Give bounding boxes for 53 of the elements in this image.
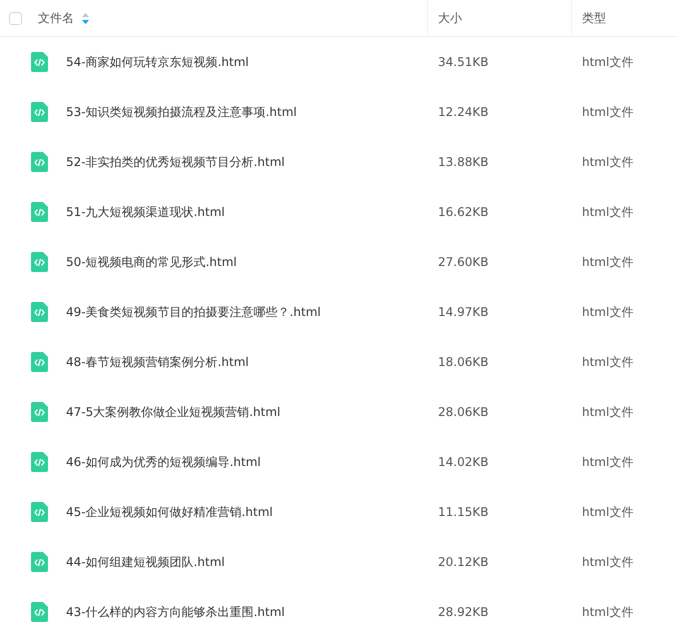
- html-file-icon: [31, 52, 48, 72]
- select-all-checkbox[interactable]: [9, 12, 22, 24]
- html-file-icon: [31, 402, 48, 422]
- html-file-icon: [31, 252, 48, 272]
- file-name[interactable]: 53-知识类短视频拍摄流程及注意事项.html: [66, 104, 297, 120]
- file-type: html文件: [582, 504, 634, 520]
- file-name[interactable]: 52-非实拍类的优秀短视频节目分析.html: [66, 154, 285, 170]
- html-file-icon: [31, 602, 48, 622]
- column-header[interactable]: 类型: [582, 10, 606, 26]
- sort-icon[interactable]: [82, 12, 89, 24]
- file-size: 34.51KB: [438, 55, 488, 69]
- file-type: html文件: [582, 54, 634, 70]
- file-type: html文件: [582, 104, 634, 120]
- file-size: 28.92KB: [438, 605, 488, 619]
- file-name[interactable]: 51-九大短视频渠道现状.html: [66, 204, 225, 220]
- file-type: html文件: [582, 304, 634, 320]
- file-name[interactable]: 50-短视频电商的常见形式.html: [66, 254, 237, 270]
- file-type: html文件: [582, 204, 634, 220]
- html-file-icon: [31, 202, 48, 222]
- file-type: html文件: [582, 404, 634, 420]
- file-type: html文件: [582, 604, 634, 620]
- html-file-icon: [31, 502, 48, 522]
- file-name[interactable]: 44-如何组建短视频团队.html: [66, 554, 225, 570]
- html-file-icon: [31, 152, 48, 172]
- html-file-icon: [31, 302, 48, 322]
- html-file-icon: [31, 452, 48, 472]
- html-file-icon: [31, 352, 48, 372]
- file-type: html文件: [582, 554, 634, 570]
- file-name[interactable]: 46-如何成为优秀的短视频编导.html: [66, 454, 261, 470]
- file-type: html文件: [582, 454, 634, 470]
- file-name[interactable]: 54-商家如何玩转京东短视频.html: [66, 54, 249, 70]
- file-size: 13.88KB: [438, 155, 488, 169]
- file-size: 18.06KB: [438, 355, 488, 369]
- column-header[interactable]: 文件名: [38, 10, 89, 26]
- file-size: 14.02KB: [438, 455, 488, 469]
- file-type: html文件: [582, 354, 634, 370]
- file-size: 20.12KB: [438, 555, 488, 569]
- html-file-icon: [31, 552, 48, 572]
- file-size: 11.15KB: [438, 505, 488, 519]
- file-name[interactable]: 49-美食类短视频节目的拍摄要注意哪些？.html: [66, 304, 321, 320]
- file-size: 28.06KB: [438, 405, 488, 419]
- file-name[interactable]: 45-企业短视频如何做好精准营销.html: [66, 504, 273, 520]
- file-name[interactable]: 43-什么样的内容方向能够杀出重围.html: [66, 604, 285, 620]
- file-type: html文件: [582, 254, 634, 270]
- column-header[interactable]: 大小: [438, 10, 462, 26]
- file-name[interactable]: 48-春节短视频营销案例分析.html: [66, 354, 249, 370]
- file-size: 27.60KB: [438, 255, 488, 269]
- file-type: html文件: [582, 154, 634, 170]
- file-size: 12.24KB: [438, 105, 488, 119]
- file-size: 16.62KB: [438, 205, 488, 219]
- file-size: 14.97KB: [438, 305, 488, 319]
- file-name[interactable]: 47-5大案例教你做企业短视频营销.html: [66, 404, 280, 420]
- html-file-icon: [31, 102, 48, 122]
